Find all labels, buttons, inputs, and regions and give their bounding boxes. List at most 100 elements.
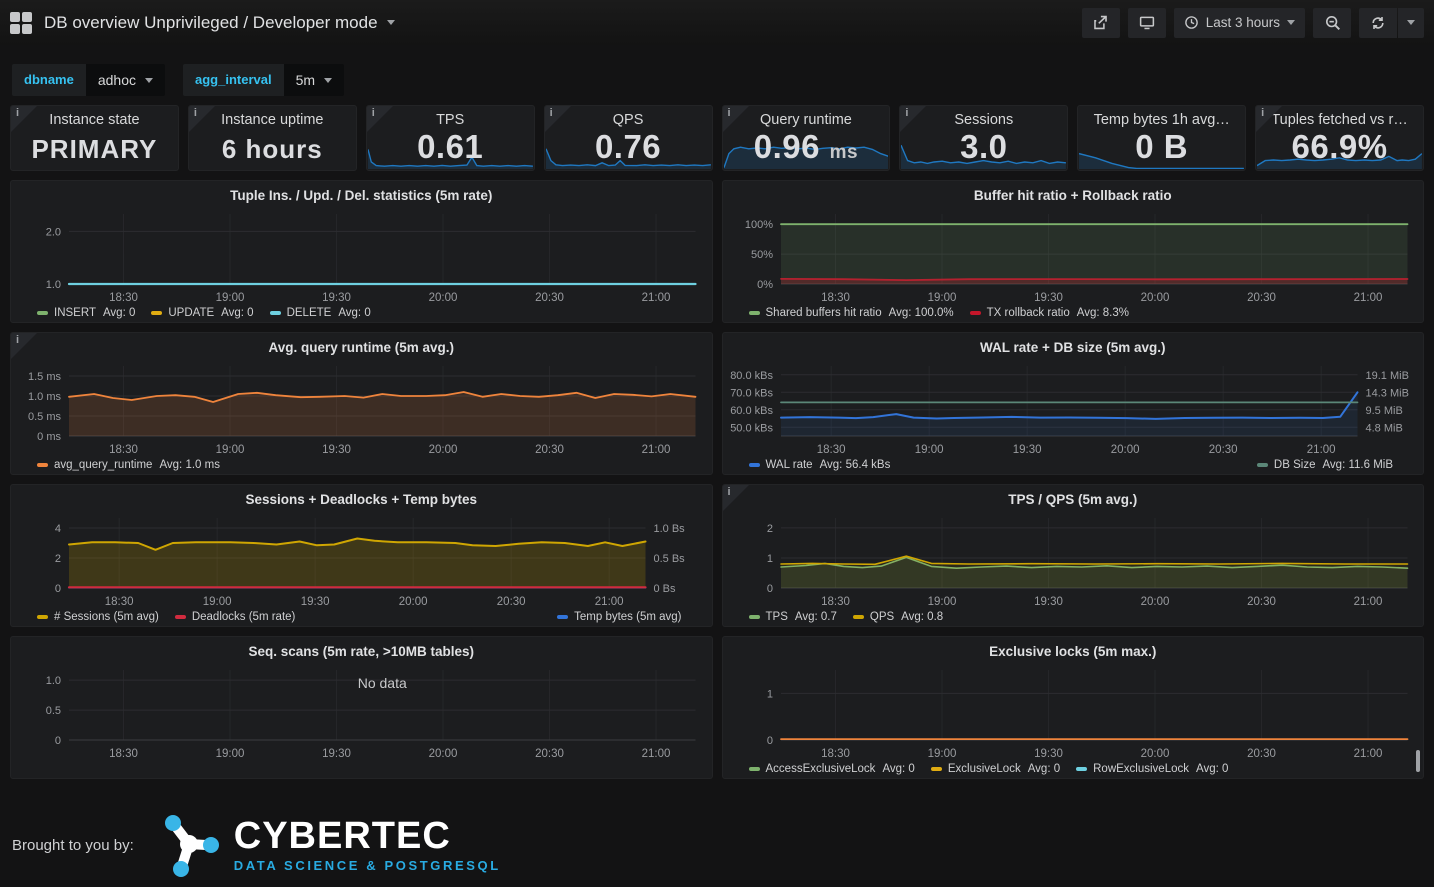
time-range-label: Last 3 hours: [1206, 15, 1280, 30]
panel-title[interactable]: Buffer hit ratio + Rollback ratio: [723, 181, 1424, 208]
svg-text:20:00: 20:00: [429, 292, 458, 304]
legend-label: ExclusiveLock: [948, 760, 1021, 778]
share-button[interactable]: [1082, 8, 1120, 38]
legend-item[interactable]: ShareUpdateExclusiveLockAvg: 0: [947, 778, 1144, 779]
legend-item[interactable]: RowExclusiveLockAvg: 0: [1076, 760, 1228, 778]
legend-item[interactable]: TPSAvg: 0.7: [749, 608, 837, 626]
legend-avg: Avg: 0: [221, 304, 253, 322]
legend-item[interactable]: Deadlocks (5m rate): [175, 608, 296, 626]
legend-item[interactable]: DB SizeAvg: 11.6 MiB: [1257, 456, 1393, 474]
chart-legend: [11, 760, 712, 778]
chart-row: Seq. scans (5m rate, >10MB tables)00.51.…: [10, 636, 1424, 779]
svg-text:1.0 ms: 1.0 ms: [28, 391, 62, 403]
legend-label: TX rollback ratio: [987, 304, 1070, 322]
legend-item[interactable]: # Sessions (5m avg): [37, 608, 159, 626]
monitor-icon: [1138, 14, 1156, 31]
svg-text:19:30: 19:30: [301, 596, 330, 608]
stat-value: 0.96 ms: [723, 128, 890, 166]
svg-text:0.5 Bs: 0.5 Bs: [654, 553, 686, 565]
dashboard-title-dropdown[interactable]: DB overview Unprivileged / Developer mod…: [44, 13, 395, 33]
panel-info-icon[interactable]: i: [189, 106, 215, 132]
panel-buffer-hit-rollback: Buffer hit ratio + Rollback ratio0%50%10…: [722, 180, 1425, 323]
svg-text:19:30: 19:30: [1034, 748, 1063, 760]
legend-swatch: [175, 615, 186, 619]
time-range-picker[interactable]: Last 3 hours: [1174, 8, 1305, 38]
panel-title[interactable]: Seq. scans (5m rate, >10MB tables): [11, 637, 712, 664]
page-title: DB overview Unprivileged / Developer mod…: [44, 13, 378, 33]
svg-text:60.0 kBs: 60.0 kBs: [730, 405, 773, 417]
zoom-out-button[interactable]: [1313, 8, 1351, 38]
panel-title[interactable]: Tuple Ins. / Upd. / Del. statistics (5m …: [11, 181, 712, 208]
svg-text:18:30: 18:30: [109, 292, 138, 304]
svg-text:20:30: 20:30: [1208, 444, 1237, 456]
legend-item[interactable]: QPSAvg: 0.8: [853, 608, 943, 626]
panel-info-icon[interactable]: i: [11, 333, 37, 359]
legend-scrollbar[interactable]: [1416, 750, 1420, 772]
svg-text:100%: 100%: [744, 219, 772, 231]
panel-title[interactable]: Exclusive locks (5m max.): [723, 637, 1424, 664]
panel-title[interactable]: Avg. query runtime (5m avg.): [11, 333, 712, 360]
svg-text:19.1 MiB: 19.1 MiB: [1365, 370, 1408, 382]
refresh-button[interactable]: [1359, 8, 1397, 38]
legend-label: QPS: [870, 608, 894, 626]
legend-avg: Avg: 0: [1112, 778, 1144, 779]
panel-wal-rate-db-size: WAL rate + DB size (5m avg.) 50.0 kBs 60.0…: [722, 332, 1425, 475]
legend-label: UPDATE: [168, 304, 214, 322]
legend-item[interactable]: avg_query_runtimeAvg: 1.0 ms: [37, 456, 220, 474]
svg-text:19:30: 19:30: [1034, 596, 1063, 608]
legend-item[interactable]: TX rollback ratioAvg: 8.3%: [970, 304, 1129, 322]
grid-square: [22, 24, 32, 34]
top-navbar: DB overview Unprivileged / Developer mod…: [0, 0, 1434, 45]
panel-title[interactable]: WAL rate + DB size (5m avg.): [723, 333, 1424, 360]
grafana-menu-icon[interactable]: [10, 12, 32, 34]
panel-tps-qps: iTPS / QPS (5m avg.)01218:3019:0019:3020…: [722, 484, 1425, 627]
svg-text:0 Bs: 0 Bs: [654, 583, 677, 595]
legend-item[interactable]: INSERTAvg: 0: [37, 304, 135, 322]
cybertec-logo[interactable]: CYBERTEC DATA SCIENCE & POSTGRESQL: [156, 813, 501, 877]
footer-credit-text: Brought to you by:: [12, 837, 134, 854]
legend-item[interactable]: ExclusiveLockAvg: 0: [931, 760, 1060, 778]
svg-text:21:00: 21:00: [642, 748, 671, 760]
svg-text:14.3 MiB: 14.3 MiB: [1365, 387, 1408, 399]
legend-label: ShareRowExclusiveLock: [766, 778, 893, 779]
legend-swatch: [37, 463, 48, 467]
svg-text:19:30: 19:30: [322, 748, 351, 760]
panel-title[interactable]: Sessions + Deadlocks + Temp bytes: [11, 485, 712, 512]
legend-item[interactable]: DELETEAvg: 0: [270, 304, 371, 322]
svg-text:20:00: 20:00: [1140, 596, 1169, 608]
chart-plot: 1.02.018:3019:0019:3020:0020:3021:00: [11, 208, 712, 304]
tv-mode-button[interactable]: [1128, 8, 1166, 38]
legend-item[interactable]: AccessExclusiveLockAvg: 0: [749, 760, 915, 778]
refresh-interval-dropdown[interactable]: [1398, 8, 1424, 38]
svg-text:2: 2: [766, 523, 772, 535]
chart-row: Sessions + Deadlocks + Temp bytes0240 Bs…: [10, 484, 1424, 627]
stat-value: 0.61: [367, 128, 534, 166]
footer: Brought to you by: CYBERTEC DATA SCIENCE…: [0, 779, 1434, 877]
variable-value-dropdown[interactable]: adhoc: [86, 64, 165, 96]
svg-text:0: 0: [766, 735, 772, 747]
legend-item[interactable]: WAL rateAvg: 56.4 kBs: [749, 456, 891, 474]
legend-item[interactable]: ShareRowExclusiveLockAvg: 0: [749, 778, 932, 779]
panel-info-icon[interactable]: i: [367, 106, 393, 132]
legend-label: AccessExclusiveLock: [766, 760, 876, 778]
legend-item[interactable]: Shared buffers hit ratioAvg: 100.0%: [749, 304, 954, 322]
panel-info-icon[interactable]: i: [11, 106, 37, 132]
chart-row: iAvg. query runtime (5m avg.)0 ms0.5 ms1…: [10, 332, 1424, 475]
legend-avg: Avg: 0.7: [795, 608, 837, 626]
grid-square: [10, 24, 20, 34]
legend-item[interactable]: Temp bytes (5m avg): [557, 608, 681, 626]
svg-text:50.0 kBs: 50.0 kBs: [730, 422, 773, 434]
panel-info-icon[interactable]: i: [723, 106, 749, 132]
refresh-icon: [1370, 15, 1386, 31]
panel-info-icon[interactable]: i: [900, 106, 926, 132]
panel-title[interactable]: TPS / QPS (5m avg.): [723, 485, 1424, 512]
panel-info-icon[interactable]: i: [545, 106, 571, 132]
variable-value-dropdown[interactable]: 5m: [284, 64, 344, 96]
panel-info-icon[interactable]: i: [1256, 106, 1282, 132]
legend-item[interactable]: UPDATE Avg: 0: [151, 304, 253, 322]
stat-panel-tps: iTPS0.61: [366, 105, 535, 171]
svg-text:20:30: 20:30: [1247, 748, 1276, 760]
chart-plot: 50.0 kBs60.0 kBs70.0 kBs80.0 kBs4.8 MiB9…: [723, 360, 1424, 456]
legend-label: INSERT: [54, 304, 96, 322]
panel-info-icon[interactable]: i: [723, 485, 749, 511]
